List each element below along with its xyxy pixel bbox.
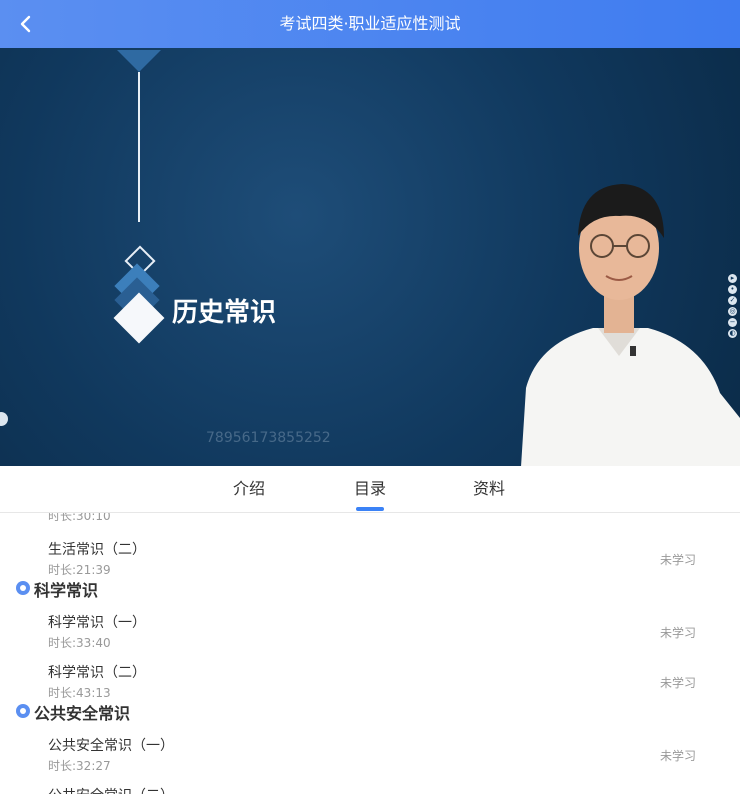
lesson-name: 公共安全常识（二） — [48, 785, 174, 794]
section-bullet-icon — [16, 704, 30, 718]
dot-icon[interactable]: • — [728, 285, 737, 294]
lesson-name: 公共安全常识（一） — [48, 738, 174, 754]
slide-title: 历史常识 — [172, 298, 277, 328]
section-title: 科学常识 — [34, 581, 99, 600]
lesson-duration: 时长:21:39 — [48, 563, 111, 577]
minus-icon[interactable]: − — [728, 318, 737, 327]
section-header: 公共安全常识 — [16, 700, 316, 724]
lesson-status: 未学习 — [660, 553, 697, 567]
section-title: 公共安全常识 — [34, 704, 131, 723]
tab-catalog[interactable]: 目录 — [354, 466, 386, 512]
lesson-status: 未学习 — [660, 749, 697, 763]
lesson-duration: 时长:30:10 — [48, 513, 111, 523]
video-watermark: 78956173855252 — [206, 430, 331, 446]
lesson-row[interactable]: 科学常识（二） 时长:43:13 未学习 — [0, 654, 740, 702]
lesson-row[interactable]: 生活常识（二） 时长:21:39 未学习 — [0, 531, 740, 579]
decorative-triangle — [117, 50, 161, 72]
page-title: 考试四类·职业适应性测试 — [279, 14, 461, 33]
tab-materials[interactable]: 资料 — [473, 466, 505, 512]
lesson-duration: 时长:43:13 — [48, 686, 111, 700]
top-bar: 考试四类·职业适应性测试 — [0, 0, 740, 48]
video-player[interactable]: 历史常识 78956173855252 ▸ • ✓ ◎ − ◐ — [0, 48, 740, 466]
circle-icon[interactable]: ◐ — [728, 329, 737, 338]
lesson-row[interactable]: 公共安全常识（二） — [0, 777, 740, 794]
lesson-duration: 时长:32:27 — [48, 759, 111, 773]
catalog-list: 时长:30:10 生活常识（二） 时长:21:39 未学习 科学常识 科学常识（… — [0, 513, 740, 794]
tab-intro[interactable]: 介绍 — [233, 466, 265, 512]
section-bullet-icon — [16, 581, 30, 595]
player-side-controls: ▸ • ✓ ◎ − ◐ — [728, 272, 738, 340]
lesson-row[interactable]: 科学常识（一） 时长:33:40 未学习 — [0, 604, 740, 652]
check-icon[interactable]: ✓ — [728, 296, 737, 305]
lesson-name: 科学常识（二） — [48, 665, 146, 681]
presenter-figure — [521, 184, 740, 466]
lesson-status: 未学习 — [660, 676, 697, 690]
settings-icon[interactable]: ◎ — [728, 307, 737, 316]
lesson-name: 科学常识（一） — [48, 615, 146, 631]
decorative-line — [138, 72, 140, 222]
lesson-name: 生活常识（二） — [48, 542, 146, 558]
content-tabs: 介绍 目录 资料 — [0, 466, 740, 513]
drag-handle[interactable] — [0, 412, 8, 426]
section-header: 科学常识 — [16, 577, 316, 601]
lesson-row[interactable]: 公共安全常识（一） 时长:32:27 未学习 — [0, 727, 740, 775]
active-tab-indicator — [356, 507, 385, 511]
lesson-status: 未学习 — [660, 626, 697, 640]
play-icon[interactable]: ▸ — [728, 274, 737, 283]
lesson-duration: 时长:33:40 — [48, 636, 111, 650]
